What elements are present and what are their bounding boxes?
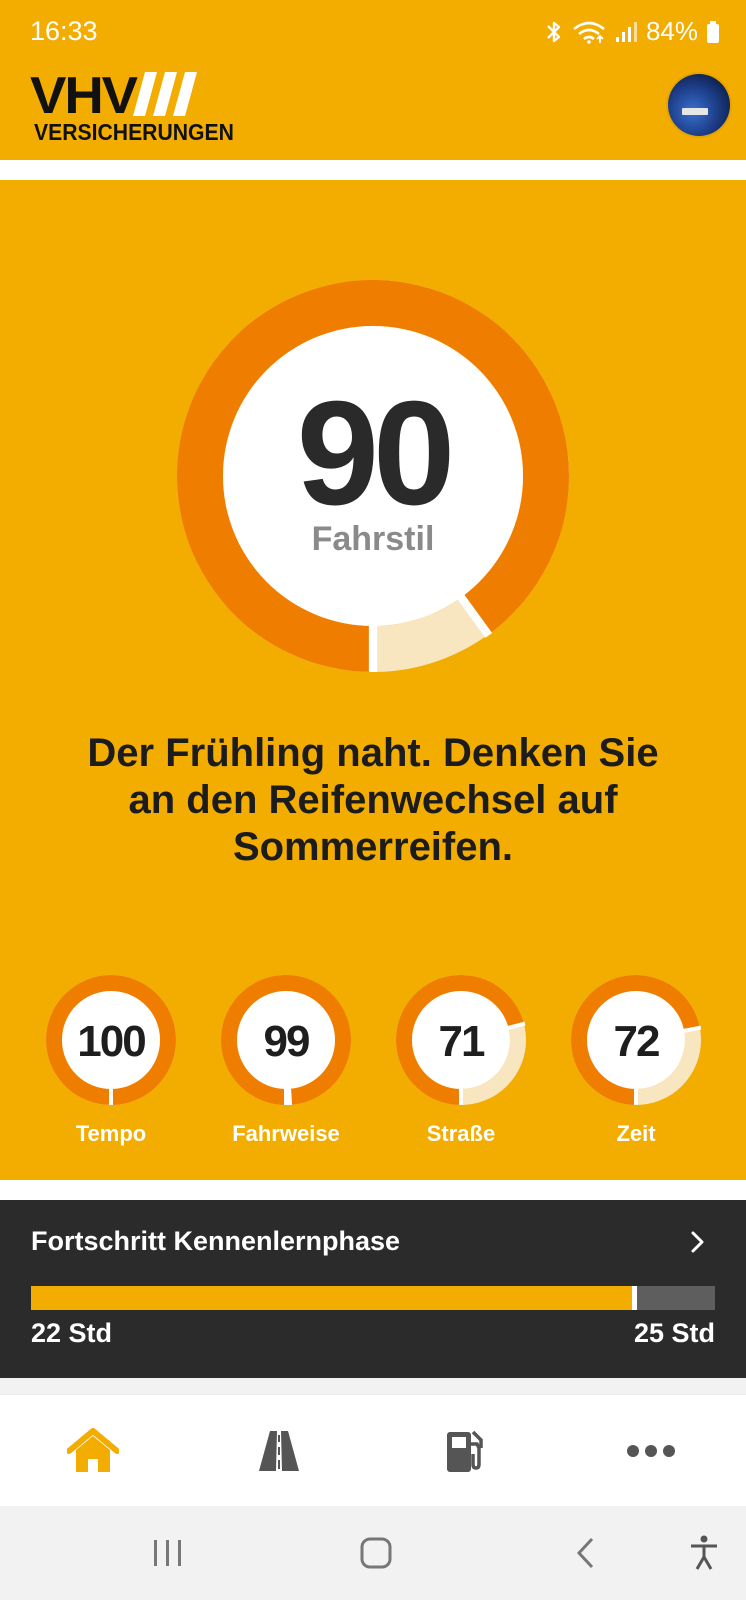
home-square-icon bbox=[360, 1537, 392, 1569]
nav-road[interactable] bbox=[186, 1395, 372, 1507]
divider bbox=[0, 1180, 746, 1200]
recent-apps-icon bbox=[154, 1540, 181, 1566]
back-icon bbox=[576, 1537, 594, 1569]
fuel-icon bbox=[447, 1430, 483, 1472]
bottom-nav bbox=[0, 1394, 746, 1506]
nav-home[interactable] bbox=[0, 1395, 186, 1507]
back-button[interactable] bbox=[546, 1506, 626, 1600]
home-system-button[interactable] bbox=[336, 1506, 416, 1600]
sub-score-label: Fahrweise bbox=[232, 1121, 340, 1146]
nav-fuel[interactable] bbox=[372, 1395, 558, 1507]
progress-start-label: 22 Std bbox=[31, 1318, 113, 1348]
progress-fill bbox=[31, 1286, 633, 1310]
progress-title: Fortschritt Kennenlernphase bbox=[31, 1226, 401, 1256]
home-icon bbox=[67, 1428, 119, 1472]
chevron-right-icon[interactable] bbox=[690, 1230, 706, 1259]
sub-score-value: 72 bbox=[613, 1017, 661, 1066]
system-nav-bar bbox=[0, 1506, 746, 1600]
signal-icon bbox=[614, 20, 638, 44]
sub-scores: 100 Tempo 99 Fahrweise 71 Straße 72 Zeit bbox=[0, 975, 746, 1155]
sub-score-label: Straße bbox=[426, 1121, 496, 1146]
sub-score-label: Zeit bbox=[616, 1121, 656, 1146]
battery-text: 84% bbox=[645, 16, 698, 46]
nav-more[interactable] bbox=[558, 1395, 744, 1507]
tip-message: Der Frühling naht. Denken Sie an den Rei… bbox=[87, 731, 659, 869]
app-header: VHV VERSICHERUNGEN bbox=[0, 64, 746, 160]
sub-gauge-end-marker bbox=[287, 1087, 293, 1105]
sub-score-value: 100 bbox=[77, 1017, 146, 1066]
accessibility-button[interactable] bbox=[664, 1506, 744, 1600]
bluetooth-icon bbox=[544, 20, 564, 44]
status-bar: 16:33 84% bbox=[0, 0, 746, 64]
more-icon bbox=[627, 1445, 675, 1457]
wifi-icon bbox=[572, 20, 606, 44]
sub-score-strasse[interactable]: 71 Straße bbox=[391, 975, 531, 1155]
progress-card[interactable]: Fortschritt Kennenlernphase 22 Std 25 St… bbox=[0, 1200, 746, 1378]
score-panel: 90 Fahrstil Der Frühling naht. Denken Si… bbox=[0, 180, 746, 1180]
battery-icon bbox=[706, 20, 720, 44]
status-icons: 84% bbox=[544, 16, 720, 47]
sub-score-zeit[interactable]: 72 Zeit bbox=[566, 975, 706, 1155]
progress-end-label: 25 Std bbox=[633, 1318, 715, 1348]
progress-bar bbox=[31, 1286, 715, 1310]
sub-score-fahrweise[interactable]: 99 Fahrweise bbox=[216, 975, 356, 1155]
logo-text: VHV bbox=[30, 67, 138, 125]
sub-score-label: Tempo bbox=[75, 1121, 147, 1146]
car-plate bbox=[682, 108, 708, 115]
sub-score-value: 99 bbox=[263, 1017, 311, 1066]
logo-slashes-icon bbox=[133, 72, 197, 116]
sub-score-tempo[interactable]: 100 Tempo bbox=[41, 975, 181, 1155]
accessibility-icon bbox=[691, 1535, 717, 1570]
divider bbox=[0, 160, 746, 180]
vhv-logo: VHV VERSICHERUNGEN bbox=[30, 70, 250, 150]
road-icon bbox=[259, 1431, 299, 1471]
avatar[interactable] bbox=[668, 74, 730, 136]
sub-score-value: 71 bbox=[438, 1017, 486, 1066]
score-value: 90 bbox=[296, 371, 456, 536]
progress-marker bbox=[632, 1286, 637, 1310]
logo-subtext: VERSICHERUNGEN bbox=[34, 119, 234, 145]
status-time: 16:33 bbox=[30, 16, 98, 46]
recent-apps-button[interactable] bbox=[128, 1506, 208, 1600]
score-label: Fahrstil bbox=[311, 520, 435, 558]
